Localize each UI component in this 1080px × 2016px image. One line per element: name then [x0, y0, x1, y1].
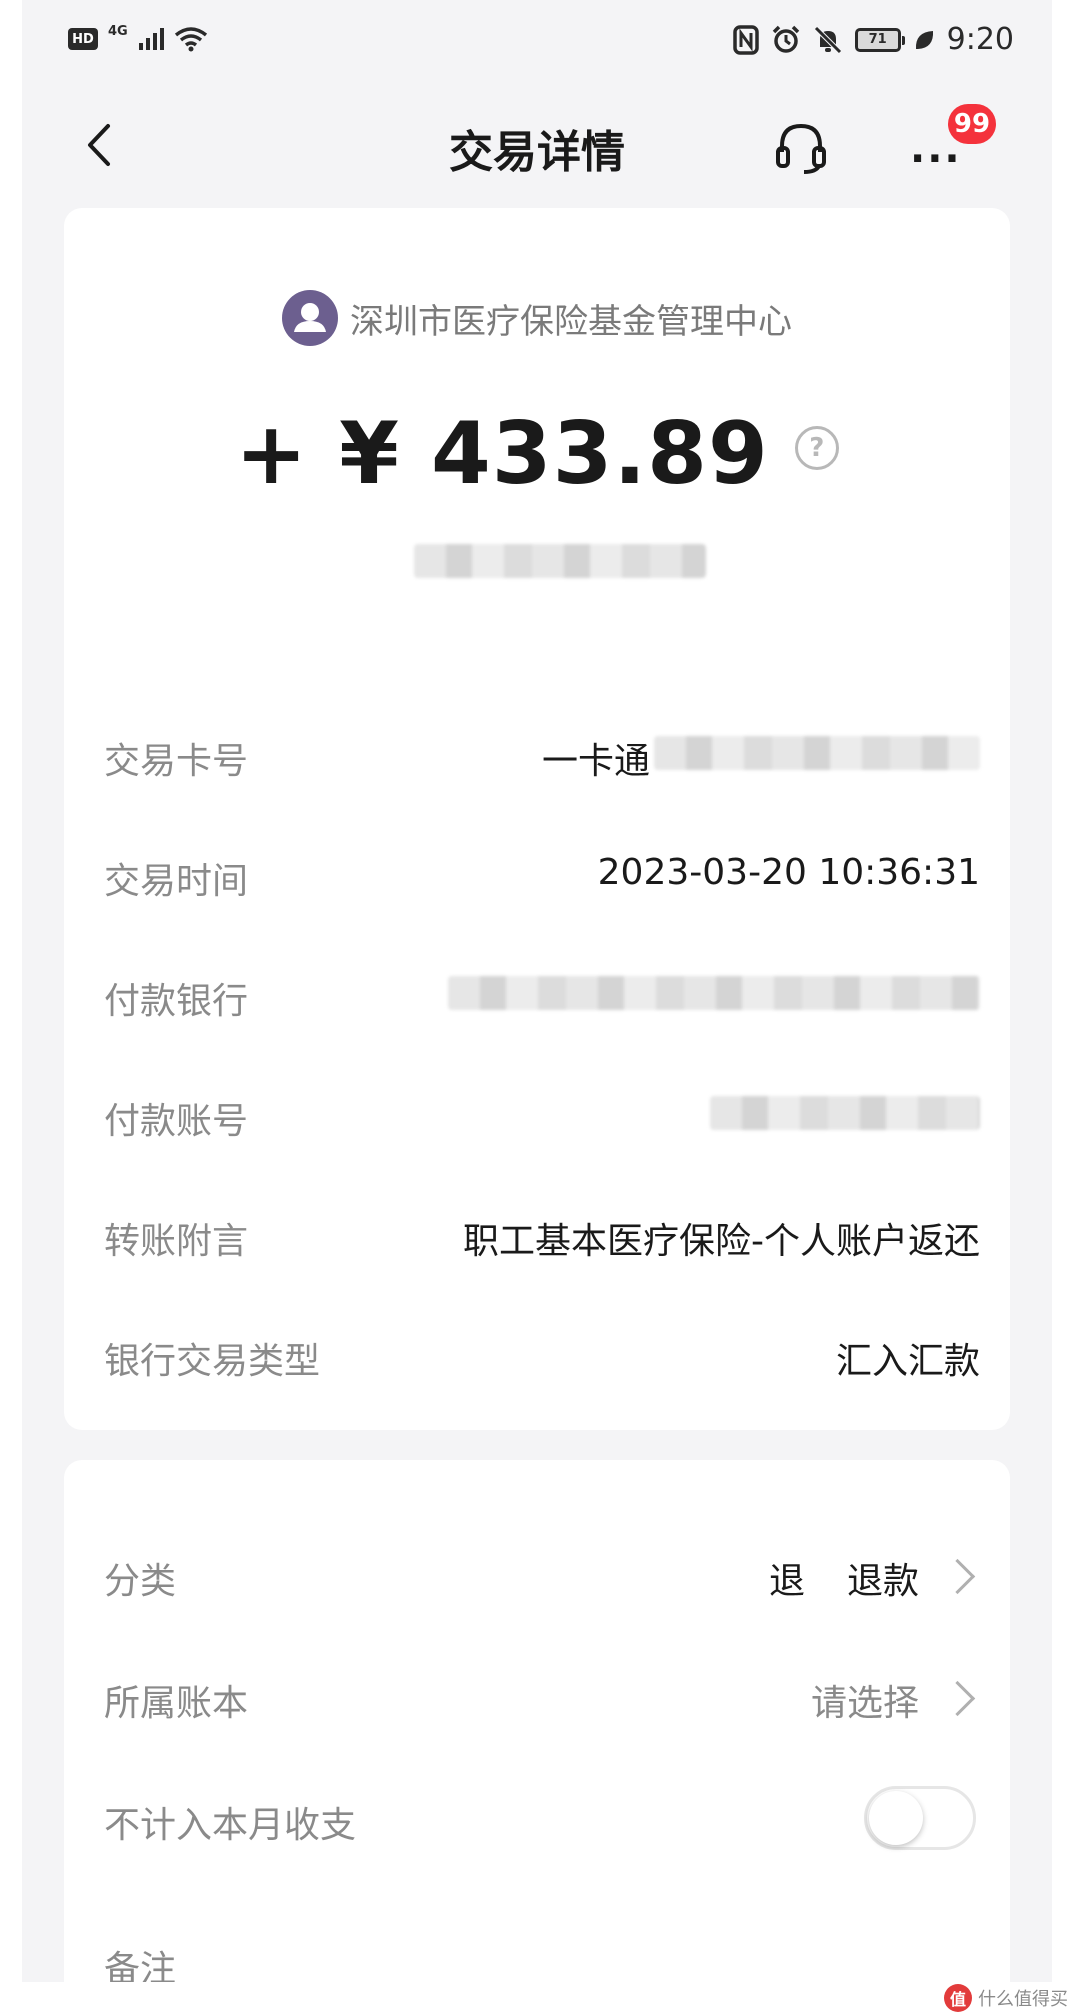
watermark-text: 什么值得买 — [978, 1989, 1068, 2010]
exclude-row: 不计入本月收支 — [104, 1786, 980, 1850]
nfc-icon — [732, 24, 759, 55]
note-row[interactable]: 备注 — [104, 1930, 980, 1982]
detail-label: 付款账号 — [104, 1101, 249, 1142]
detail-value: 汇入汇款 — [835, 1341, 980, 1382]
detail-value: 2023-03-20 10:36:31 — [597, 852, 980, 893]
category-icon: 退 — [768, 1561, 805, 1602]
detail-row-time: 交易时间 2023-03-20 10:36:31 — [104, 842, 980, 902]
status-bar: HD 4G 71 9:20 — [22, 0, 1052, 86]
toggle-knob — [869, 1791, 923, 1845]
detail-row-memo: 转账附言 职工基本医疗保险-个人账户返还 — [104, 1202, 980, 1262]
book-value: 请选择 — [811, 1674, 980, 1726]
merchant-avatar — [282, 290, 338, 346]
exclude-label: 不计入本月收支 — [104, 1805, 357, 1846]
mute-icon — [813, 25, 842, 54]
help-icon[interactable]: ? — [794, 426, 839, 470]
detail-row-account: 付款账号 — [104, 1082, 980, 1142]
hd-icon: HD — [68, 28, 98, 50]
page-title: 交易详情 — [449, 127, 625, 178]
person-icon — [294, 303, 326, 332]
book-label: 所属账本 — [104, 1683, 249, 1724]
detail-value: 一卡通 — [542, 732, 650, 784]
chevron-right-icon — [939, 1680, 976, 1717]
chevron-right-icon — [939, 1558, 976, 1595]
redacted-card-number — [654, 736, 980, 770]
more-icon: ··· — [910, 136, 962, 182]
category-row[interactable]: 分类 退退款 — [104, 1542, 980, 1602]
card-name: 一卡通 — [541, 741, 650, 782]
status-right: 71 9:20 — [732, 22, 1014, 57]
transaction-amount: + ¥ 433.89 — [235, 404, 769, 504]
merchant-header: 深圳市医疗保险基金管理中心 — [64, 290, 1010, 346]
signal-icon — [138, 28, 164, 50]
leaf-icon — [915, 30, 933, 49]
detail-label: 交易卡号 — [104, 741, 249, 782]
redacted-account — [710, 1096, 980, 1130]
category-label: 分类 — [104, 1561, 177, 1602]
status-left: HD 4G — [68, 23, 208, 52]
watermark-logo: 值 — [944, 1984, 972, 2012]
book-row[interactable]: 所属账本 请选择 — [104, 1664, 980, 1724]
network-type: 4G — [108, 23, 128, 39]
battery-icon: 71 — [854, 27, 905, 52]
wifi-icon — [174, 27, 207, 52]
merchant-name: 深圳市医疗保险基金管理中心 — [350, 301, 792, 342]
redacted-description — [414, 544, 706, 578]
app-screen: HD 4G 71 9:20 交易详情 ··· 99 深圳市医疗保险基金管理中心 … — [22, 0, 1052, 1982]
amount-row: + ¥ 433.89 ? — [64, 404, 1010, 504]
settings-card: 分类 退退款 所属账本 请选择 不计入本月收支 备注 — [64, 1460, 1010, 1982]
site-watermark: 值 什么值得买 — [944, 1984, 1068, 2012]
more-button[interactable]: ··· 99 — [902, 104, 996, 182]
detail-label: 转账附言 — [104, 1221, 249, 1262]
book-placeholder: 请选择 — [810, 1683, 919, 1724]
alarm-icon — [772, 25, 799, 53]
detail-row-bank: 付款银行 — [104, 962, 980, 1022]
exclude-toggle[interactable] — [864, 1786, 976, 1850]
category-text: 退款 — [846, 1561, 919, 1602]
note-label: 备注 — [104, 1949, 177, 1982]
status-time: 9:20 — [946, 22, 1014, 57]
category-value: 退退款 — [769, 1552, 980, 1604]
nav-bar: 交易详情 ··· 99 — [22, 90, 1052, 200]
headset-icon[interactable] — [770, 116, 832, 178]
detail-row-card: 交易卡号 一卡通 — [104, 722, 980, 782]
detail-row-type: 银行交易类型 汇入汇款 — [104, 1322, 980, 1382]
notification-badge: 99 — [948, 104, 996, 144]
transaction-card: 深圳市医疗保险基金管理中心 + ¥ 433.89 ? 交易卡号 一卡通 交易时间… — [64, 208, 1010, 1430]
redacted-bank — [448, 976, 980, 1010]
detail-label: 付款银行 — [104, 981, 249, 1022]
detail-value: 职工基本医疗保险-个人账户返还 — [463, 1221, 980, 1262]
detail-label: 银行交易类型 — [104, 1341, 321, 1382]
detail-label: 交易时间 — [104, 861, 249, 902]
